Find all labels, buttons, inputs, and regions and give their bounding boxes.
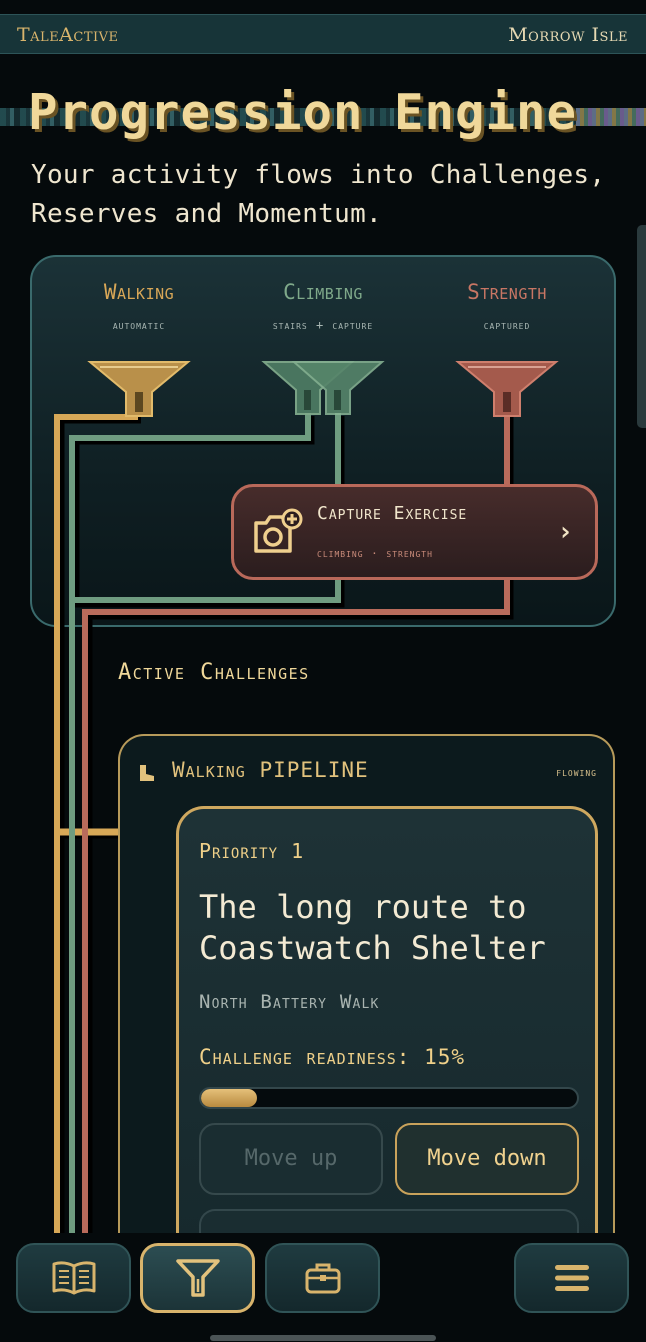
home-indicator[interactable] — [210, 1335, 436, 1341]
walking-funnel-icon — [87, 361, 191, 417]
challenge-readiness: Challenge readiness: 15% — [199, 1045, 465, 1069]
pipeline-title: Walking PIPELINE — [172, 758, 369, 782]
pipeline-status: flowing — [556, 765, 597, 779]
challenge-priority: Priority 1 — [199, 839, 305, 863]
active-challenges-heading: Active Challenges — [118, 660, 310, 685]
climbing-funnel-icon — [261, 361, 385, 415]
move-down-button[interactable]: Move down — [395, 1123, 579, 1195]
briefcase-icon — [305, 1263, 340, 1294]
nav-menu-button[interactable] — [514, 1243, 629, 1313]
readiness-progress-fill — [201, 1089, 258, 1107]
book-icon — [52, 1261, 95, 1295]
strength-funnel-icon — [455, 361, 559, 417]
camera-plus-icon — [252, 507, 304, 561]
pipeline-title-suffix: PIPELINE — [259, 758, 369, 782]
move-up-button[interactable]: Move up — [199, 1123, 383, 1195]
capture-exercise-button[interactable]: Capture Exercise climbing · strength › — [231, 484, 598, 580]
pipeline-title-activity: Walking — [172, 758, 246, 782]
readiness-progress-bar — [199, 1087, 579, 1109]
funnel-icon — [175, 1259, 220, 1297]
readiness-value: 15% — [424, 1045, 466, 1069]
challenge-title: The long route to Coastwatch Shelter — [199, 888, 546, 967]
nav-progression-button[interactable] — [140, 1243, 255, 1313]
nav-inventory-button[interactable] — [265, 1243, 380, 1313]
nav-journal-button[interactable] — [16, 1243, 131, 1313]
chevron-right-icon: › — [557, 517, 573, 547]
capture-exercise-label: Capture Exercise — [317, 503, 468, 524]
menu-icon — [554, 1265, 589, 1291]
bottom-navigation — [0, 1233, 646, 1342]
readiness-label: Challenge readiness: — [199, 1045, 411, 1069]
challenge-location: North Battery Walk — [199, 991, 380, 1013]
capture-exercise-sources: climbing · strength — [317, 547, 433, 560]
boot-icon — [138, 764, 156, 786]
